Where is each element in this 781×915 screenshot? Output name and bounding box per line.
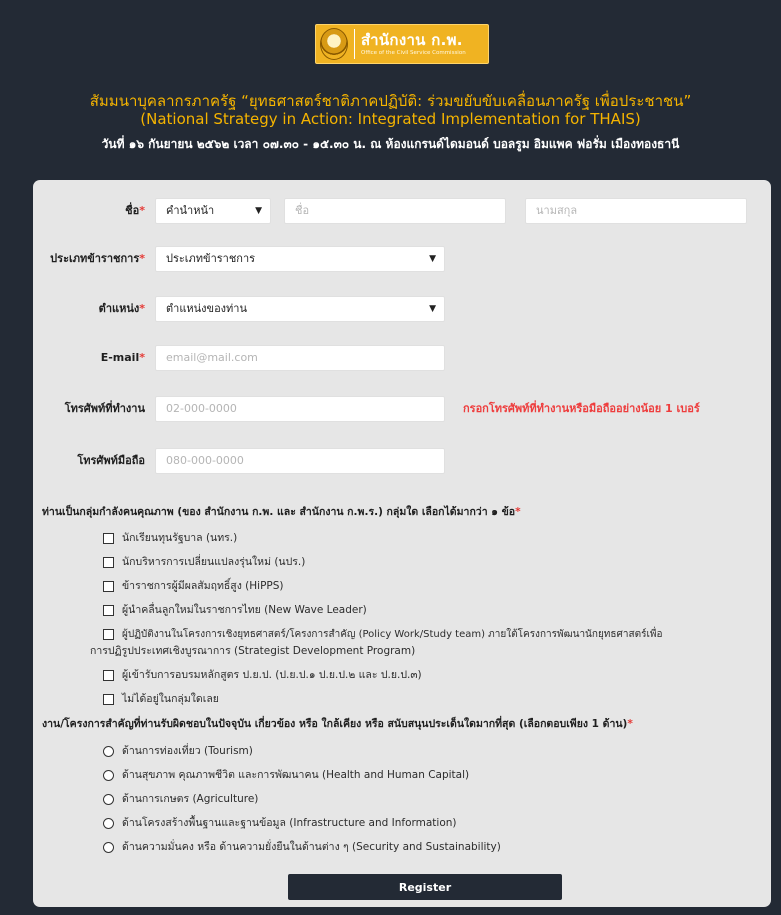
radio-button[interactable] [103, 794, 114, 805]
lastname-input[interactable]: นามสกุล [525, 198, 747, 224]
checkbox[interactable] [103, 670, 114, 681]
group-question: ท่านเป็นกลุ่มกำลังคนคุณภาพ (ของ สำนักงาน… [42, 506, 521, 518]
event-title-english: (National Strategy in Action: Integrated… [140, 110, 641, 128]
chevron-down-icon: ▼ [429, 254, 436, 264]
checkbox[interactable] [103, 557, 114, 568]
group-option-continuation: การปฏิรูปประเทศเชิงบูรณาการ (Strategist … [90, 645, 416, 657]
event-date-venue: วันที่ ๑๖ กันยายน ๒๕๖๒ เวลา ๐๗.๓๐ - ๑๕.๓… [101, 137, 680, 151]
checkbox[interactable] [103, 629, 114, 640]
email-label: E-mail* [100, 351, 145, 364]
firstname-input[interactable]: ชื่อ [284, 198, 506, 224]
work-question: งาน/โครงการสำคัญที่ท่านรับผิดชอบในปัจจุบ… [42, 718, 633, 730]
work-option[interactable]: ด้านการท่องเที่ยว (Tourism) [103, 744, 253, 759]
group-option[interactable]: นักบริหารการเปลี่ยนแปลงรุ่นใหม่ (นปร.) [103, 555, 305, 570]
checkbox[interactable] [103, 605, 114, 616]
checkbox[interactable] [103, 581, 114, 592]
group-option[interactable]: ผู้นำคลื่นลูกใหม่ในราชการไทย (New Wave L… [103, 603, 367, 618]
prefix-select[interactable]: คำนำหน้า ▼ [155, 198, 271, 224]
page-header: สำนักงาน ก.พ. Office of the Civil Servic… [0, 0, 781, 170]
chevron-down-icon: ▼ [429, 304, 436, 314]
logo-text: สำนักงาน ก.พ. [361, 31, 463, 49]
radio-button[interactable] [103, 746, 114, 757]
chevron-down-icon: ▼ [255, 206, 262, 216]
work-option[interactable]: ด้านการเกษตร (Agriculture) [103, 792, 258, 807]
ocsc-logo: สำนักงาน ก.พ. Office of the Civil Servic… [315, 24, 489, 64]
work-option[interactable]: ด้านความมั่นคง หรือ ด้านความยั่งยืนในด้า… [103, 840, 501, 855]
name-label: ชื่อ* [125, 204, 145, 217]
checkbox[interactable] [103, 694, 114, 705]
office-phone-input[interactable]: 02-000-0000 [155, 396, 445, 422]
group-option[interactable]: ไม่ได้อยู่ในกลุ่มใดเลย [103, 692, 219, 707]
registration-form: ชื่อ* คำนำหน้า ▼ ชื่อ นามสกุล ประเภทข้ารา… [33, 180, 771, 907]
logo-divider [354, 29, 355, 59]
register-button[interactable]: Register [288, 874, 562, 900]
group-option[interactable]: ผู้เข้ารับการอบรมหลักสูตร ป.ย.ป. (ป.ย.ป.… [103, 668, 422, 683]
work-option[interactable]: ด้านสุขภาพ คุณภาพชีวิต และการพัฒนาคน (He… [103, 768, 469, 783]
radio-button[interactable] [103, 770, 114, 781]
mobile-label: โทรศัพท์มือถือ [77, 454, 145, 467]
checkbox[interactable] [103, 533, 114, 544]
position-select[interactable]: ตำแหน่งของท่าน ▼ [155, 296, 445, 322]
seal-icon [320, 28, 348, 60]
radio-button[interactable] [103, 842, 114, 853]
official-type-label: ประเภทข้าราชการ* [50, 252, 145, 265]
mobile-input[interactable]: 080-000-0000 [155, 448, 445, 474]
group-option[interactable]: นักเรียนทุนรัฐบาล (นทร.) [103, 531, 237, 546]
logo-subtext: Office of the Civil Service Commission [361, 50, 466, 56]
official-type-select[interactable]: ประเภทข้าราชการ ▼ [155, 246, 445, 272]
group-option[interactable]: ผู้ปฏิบัติงานในโครงการเชิงยุทธศาสตร์/โคร… [103, 627, 662, 642]
event-title-thai: สัมมนาบุคลากรภาครัฐ “ยุทธศาสตร์ชาติภาคปฏ… [89, 92, 692, 110]
phone-warning: กรอกโทรศัพท์ที่ทำงานหรือมือถืออย่างน้อย … [463, 402, 700, 415]
office-phone-label: โทรศัพท์ที่ทำงาน [64, 402, 145, 415]
position-label: ตำแหน่ง* [98, 302, 145, 315]
work-option[interactable]: ด้านโครงสร้างพื้นฐานและฐานข้อมูล (Infras… [103, 816, 457, 831]
group-option[interactable]: ข้าราชการผู้มีผลสัมฤทธิ์สูง (HiPPS) [103, 579, 284, 594]
email-input[interactable]: email@mail.com [155, 345, 445, 371]
radio-button[interactable] [103, 818, 114, 829]
